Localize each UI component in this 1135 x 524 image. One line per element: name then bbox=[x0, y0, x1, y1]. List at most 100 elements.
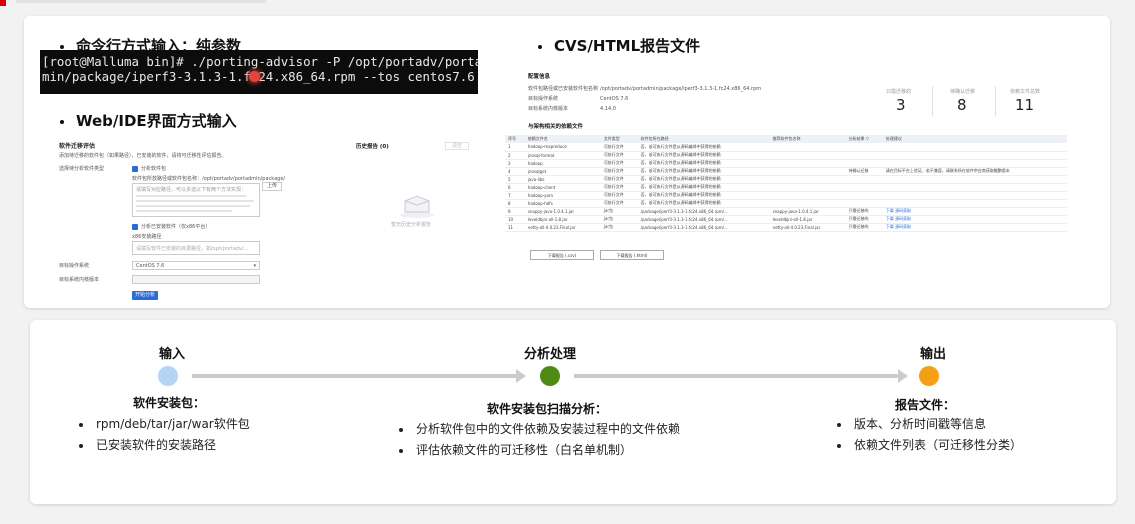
table-cell: 1 bbox=[505, 143, 525, 152]
download-html-button[interactable]: 下载报告 (.html) bbox=[600, 250, 664, 260]
table-body: 1 hadoop-mapreduce 可执行文件 否，该可执行文件是从源码编译中获得的… bbox=[505, 143, 1067, 232]
output-title: 输出 bbox=[919, 347, 947, 362]
table-cell: /package/iperf3-3.1.3-1.fc24.x86_64.rpm/… bbox=[637, 215, 770, 224]
os-value: CentOS 7.6 bbox=[136, 263, 165, 269]
table-cell bbox=[845, 151, 883, 160]
terminal-line: min/package/iperf3-3.1.3-1.fc24.x86_64.r… bbox=[42, 69, 475, 84]
web-title-text: Web/IDE界面方式输入 bbox=[76, 112, 237, 130]
table-cell bbox=[882, 199, 1067, 208]
table-cell bbox=[769, 167, 846, 176]
pointer-highlight-icon bbox=[249, 71, 260, 82]
installed-path-input[interactable]: 请填写软件已安装的目录路径，如/opt/portadv/... bbox=[132, 241, 260, 255]
checkbox-icon[interactable] bbox=[132, 224, 138, 230]
column-header: 序号 bbox=[505, 135, 525, 143]
table-cell: jar包 bbox=[600, 215, 638, 224]
stat-divider bbox=[932, 86, 933, 116]
installed-label: x86安装路径 bbox=[132, 234, 162, 240]
process-subtitle: 软件安装包扫描分析： bbox=[486, 402, 608, 416]
form-heading: 软件迁移评估 bbox=[59, 143, 96, 150]
process-node-icon bbox=[540, 366, 560, 386]
clear-history-button[interactable]: 清空 bbox=[445, 142, 469, 150]
table-cell bbox=[769, 159, 846, 168]
config-value: 4.14.0 bbox=[600, 106, 616, 112]
slide-accent-mark bbox=[0, 0, 6, 6]
table-row[interactable]: 2 jnosql-format 可执行文件 否，该可执行文件是从源码编译中获得的依赖 bbox=[505, 151, 1067, 160]
arrow-icon bbox=[574, 369, 908, 383]
path-textarea[interactable]: 请填写对应路径，可以多选以下有两个方法实现： bbox=[132, 183, 260, 217]
stat-label: 待确认迁移 bbox=[950, 89, 976, 95]
bullet-icon bbox=[538, 44, 542, 49]
form-subheading: 添加待迁移的软件包（如果路径），已安装的软件，请将可迁移性评估报告。 bbox=[59, 153, 227, 159]
chevron-down-icon: ▾ bbox=[253, 263, 256, 269]
kernel-input[interactable] bbox=[132, 275, 260, 284]
analyze-button[interactable]: 开始分析 bbox=[132, 291, 158, 300]
installed-hint: 请填写软件已安装的目录路径，如/opt/portadv/... bbox=[136, 246, 249, 252]
table-cell: 只需迁移的 bbox=[845, 207, 883, 216]
column-header: 软件包所在路径 bbox=[637, 135, 770, 143]
table-cell: /package/iperf3-3.1.3-1.fc24.x86_64.rpm/… bbox=[637, 223, 770, 232]
dependency-table: 序号 依赖文件名 文件类型 软件包所在路径 推荐软件包名称 分析结果 ▽ 处理建… bbox=[505, 135, 1067, 232]
table-cell bbox=[769, 175, 846, 184]
table-row[interactable]: 8 hadoop-hdfs 可执行文件 否，该可执行文件是从源码编译中获得的依赖 bbox=[505, 199, 1067, 208]
table-row[interactable]: 11 netty-all-4.0.23.Final.jar jar包/package… bbox=[505, 223, 1067, 232]
terminal-screenshot: [root@Malluma bin]# ./porting-advisor -P… bbox=[40, 50, 478, 94]
history-title: 历史报告 (0) bbox=[356, 144, 389, 150]
stat-value: 3 bbox=[896, 96, 906, 114]
table-row[interactable]: 10 leveldbjni-all-1.8.jar jar包/package/ipe… bbox=[505, 215, 1067, 224]
input-subtitle: 软件安装包： bbox=[132, 396, 206, 410]
table-cell: 否，该可执行文件是从源码编译中获得的依赖 bbox=[637, 175, 770, 184]
table-cell[interactable]: 下载 源码获取 bbox=[882, 207, 1067, 216]
table-title: 与架构相关的依赖文件 bbox=[528, 124, 584, 130]
table-cell[interactable]: 下载 源码获取 bbox=[882, 223, 1067, 232]
table-cell: hadoop-yarn bbox=[524, 191, 601, 200]
stat-value: 11 bbox=[1015, 96, 1035, 114]
config-label: 目标操作系统 bbox=[528, 96, 559, 102]
table-cell: 只需迁移的 bbox=[845, 215, 883, 224]
table-cell: 否，该可执行文件是从源码编译中获得的依赖 bbox=[637, 151, 770, 160]
download-csv-button[interactable]: 下载报告 (.csv) bbox=[530, 250, 594, 260]
column-header-label: 分析结果 bbox=[848, 136, 865, 141]
table-cell bbox=[882, 175, 1067, 184]
table-cell: 否，该可执行文件是从源码编译中获得的依赖 bbox=[637, 191, 770, 200]
table-row[interactable]: 7 hadoop-yarn 可执行文件 否，该可执行文件是从源码编译中获得的依赖 bbox=[505, 191, 1067, 200]
config-value: /opt/portadv/portadmin/package/iperf3-3.… bbox=[600, 86, 762, 92]
table-cell: jnosqlget bbox=[524, 167, 601, 176]
table-cell bbox=[769, 199, 846, 208]
table-cell bbox=[845, 199, 883, 208]
table-cell: 9 bbox=[505, 207, 525, 216]
table-row[interactable]: 1 hadoop-mapreduce 可执行文件 否，该可执行文件是从源码编译中获得的… bbox=[505, 143, 1067, 152]
table-row[interactable]: 9 snappy-java-1.0.4.1.jar jar包/package/ipe… bbox=[505, 207, 1067, 216]
column-header: 文件类型 bbox=[600, 135, 638, 143]
os-label: 目标操作系统 bbox=[59, 263, 90, 269]
table-cell: 否，该可执行文件是从源码编译中获得的依赖 bbox=[637, 159, 770, 168]
list-item: 评估依赖文件的可迁移性（白名单机制） bbox=[396, 440, 680, 461]
upload-button[interactable]: 上传 bbox=[262, 182, 282, 191]
table-row[interactable]: 6 hadoop-client 可执行文件 否，该可执行文件是从源码编译中获得的依赖 bbox=[505, 183, 1067, 192]
table-cell: 可执行文件 bbox=[600, 167, 638, 176]
table-cell: 可执行文件 bbox=[600, 183, 638, 192]
config-label: 目标系统内核版本 bbox=[528, 106, 569, 112]
filter-icon[interactable]: ▽ bbox=[866, 136, 869, 141]
input-node-icon bbox=[158, 366, 178, 386]
table-cell bbox=[882, 151, 1067, 160]
table-cell: 11 bbox=[505, 223, 525, 232]
stat-label: 只需迁移的 bbox=[886, 89, 912, 95]
table-cell: 10 bbox=[505, 215, 525, 224]
output-list: 版本、分析时间戳等信息 依赖文件列表（可迁移性分类） bbox=[834, 414, 1022, 456]
table-cell: 5 bbox=[505, 175, 525, 184]
table-cell[interactable]: 下载 源码获取 bbox=[882, 215, 1067, 224]
bullet-icon bbox=[60, 119, 64, 124]
table-cell: 可执行文件 bbox=[600, 175, 638, 184]
table-cell: 否，该可执行文件是从源码编译中获得的依赖 bbox=[637, 183, 770, 192]
os-select[interactable]: CentOS 7.6 ▾ bbox=[132, 261, 260, 270]
table-row[interactable]: 5 java-libs 可执行文件 否，该可执行文件是从源码编译中获得的依赖 bbox=[505, 175, 1067, 184]
column-header: 处理建议 bbox=[882, 135, 1067, 143]
table-cell: 可执行文件 bbox=[600, 143, 638, 152]
option-package: 分析软件包 bbox=[141, 166, 167, 172]
table-row[interactable]: 3 hadoop 可执行文件 否，该可执行文件是从源码编译中获得的依赖 bbox=[505, 159, 1067, 168]
table-cell bbox=[845, 183, 883, 192]
checkbox-icon[interactable] bbox=[132, 166, 138, 172]
table-cell: 7 bbox=[505, 191, 525, 200]
slide-title-remnant bbox=[16, 0, 266, 3]
table-row[interactable]: 4 jnosqlget 可执行文件 否，该可执行文件是从源码编译中获得的依赖 待确认迁移… bbox=[505, 167, 1067, 176]
